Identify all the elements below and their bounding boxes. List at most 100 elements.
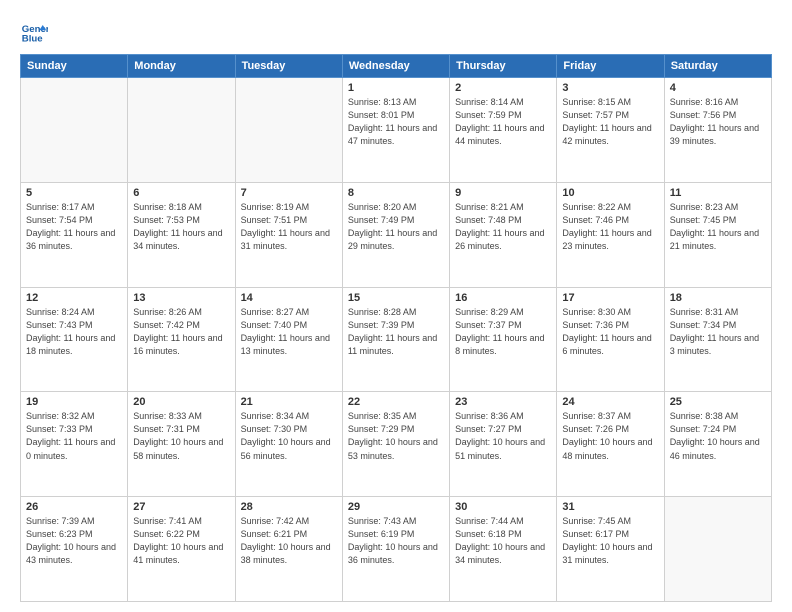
svg-text:Blue: Blue [22,34,43,45]
day-cell: 2 Sunrise: 8:14 AM Sunset: 7:59 PM Daylig… [450,78,557,183]
day-info: Sunrise: 8:13 AM Sunset: 8:01 PM Dayligh… [348,96,444,148]
day-number: 13 [133,292,229,304]
day-info: Sunrise: 8:20 AM Sunset: 7:49 PM Dayligh… [348,201,444,253]
day-info: Sunrise: 8:16 AM Sunset: 7:56 PM Dayligh… [670,96,766,148]
day-cell: 20 Sunrise: 8:33 AM Sunset: 7:31 PM Dayli… [128,392,235,497]
logo: General Blue [20,18,52,46]
day-info: Sunrise: 8:37 AM Sunset: 7:26 PM Dayligh… [562,410,658,462]
day-cell: 1Sunrise: 8:13 AM Sunset: 8:01 PM Daylig… [342,78,449,183]
day-cell: 8 Sunrise: 8:20 AM Sunset: 7:49 PM Daylig… [342,182,449,287]
day-number: 17 [562,292,658,304]
day-number: 20 [133,396,229,408]
calendar-table: SundayMondayTuesdayWednesdayThursdayFrid… [20,54,772,602]
day-cell: 16 Sunrise: 8:29 AM Sunset: 7:37 PM Dayli… [450,287,557,392]
day-number: 29 [348,501,444,513]
day-number: 27 [133,501,229,513]
day-info: Sunrise: 8:27 AM Sunset: 7:40 PM Dayligh… [241,306,337,358]
day-number: 11 [670,187,766,199]
day-number: 2 [455,82,551,94]
weekday-tuesday: Tuesday [235,55,342,78]
day-number: 19 [26,396,122,408]
day-number: 3 [562,82,658,94]
weekday-sunday: Sunday [21,55,128,78]
day-cell [664,497,771,602]
day-cell: 22 Sunrise: 8:35 AM Sunset: 7:29 PM Dayli… [342,392,449,497]
day-cell: 28 Sunrise: 7:42 AM Sunset: 6:21 PM Dayli… [235,497,342,602]
day-cell: 25 Sunrise: 8:38 AM Sunset: 7:24 PM Dayli… [664,392,771,497]
day-cell: 15Sunrise: 8:28 AM Sunset: 7:39 PM Dayli… [342,287,449,392]
day-number: 5 [26,187,122,199]
day-info: Sunrise: 8:28 AM Sunset: 7:39 PM Dayligh… [348,306,444,358]
day-info: Sunrise: 7:44 AM Sunset: 6:18 PM Dayligh… [455,515,551,567]
day-cell: 7 Sunrise: 8:19 AM Sunset: 7:51 PM Daylig… [235,182,342,287]
day-info: Sunrise: 7:39 AM Sunset: 6:23 PM Dayligh… [26,515,122,567]
day-number: 21 [241,396,337,408]
week-row-1: 5 Sunrise: 8:17 AM Sunset: 7:54 PM Daylig… [21,182,772,287]
day-number: 9 [455,187,551,199]
day-cell: 29 Sunrise: 7:43 AM Sunset: 6:19 PM Dayli… [342,497,449,602]
day-info: Sunrise: 8:33 AM Sunset: 7:31 PM Dayligh… [133,410,229,462]
day-number: 22 [348,396,444,408]
day-number: 8 [348,187,444,199]
day-number: 10 [562,187,658,199]
weekday-header: SundayMondayTuesdayWednesdayThursdayFrid… [21,55,772,78]
weekday-monday: Monday [128,55,235,78]
day-cell: 26Sunrise: 7:39 AM Sunset: 6:23 PM Dayli… [21,497,128,602]
day-info: Sunrise: 7:45 AM Sunset: 6:17 PM Dayligh… [562,515,658,567]
day-number: 31 [562,501,658,513]
day-info: Sunrise: 8:22 AM Sunset: 7:46 PM Dayligh… [562,201,658,253]
day-number: 4 [670,82,766,94]
week-row-4: 26Sunrise: 7:39 AM Sunset: 6:23 PM Dayli… [21,497,772,602]
day-info: Sunrise: 7:41 AM Sunset: 6:22 PM Dayligh… [133,515,229,567]
day-info: Sunrise: 8:31 AM Sunset: 7:34 PM Dayligh… [670,306,766,358]
day-number: 18 [670,292,766,304]
day-number: 25 [670,396,766,408]
day-cell: 27 Sunrise: 7:41 AM Sunset: 6:22 PM Dayli… [128,497,235,602]
week-row-0: 1Sunrise: 8:13 AM Sunset: 8:01 PM Daylig… [21,78,772,183]
logo-icon: General Blue [20,18,48,46]
day-info: Sunrise: 8:19 AM Sunset: 7:51 PM Dayligh… [241,201,337,253]
weekday-saturday: Saturday [664,55,771,78]
calendar-page: General Blue SundayMondayTuesdayWednesda… [0,0,792,612]
day-cell: 5 Sunrise: 8:17 AM Sunset: 7:54 PM Daylig… [21,182,128,287]
day-cell: 24Sunrise: 8:37 AM Sunset: 7:26 PM Dayli… [557,392,664,497]
day-info: Sunrise: 8:36 AM Sunset: 7:27 PM Dayligh… [455,410,551,462]
day-info: Sunrise: 8:23 AM Sunset: 7:45 PM Dayligh… [670,201,766,253]
day-cell: 6Sunrise: 8:18 AM Sunset: 7:53 PM Daylig… [128,182,235,287]
day-info: Sunrise: 8:32 AM Sunset: 7:33 PM Dayligh… [26,410,122,462]
day-number: 7 [241,187,337,199]
day-info: Sunrise: 7:42 AM Sunset: 6:21 PM Dayligh… [241,515,337,567]
day-info: Sunrise: 8:26 AM Sunset: 7:42 PM Dayligh… [133,306,229,358]
day-cell [128,78,235,183]
day-cell: 4 Sunrise: 8:16 AM Sunset: 7:56 PM Daylig… [664,78,771,183]
day-number: 28 [241,501,337,513]
day-cell: 13 Sunrise: 8:26 AM Sunset: 7:42 PM Dayli… [128,287,235,392]
day-info: Sunrise: 8:15 AM Sunset: 7:57 PM Dayligh… [562,96,658,148]
day-number: 16 [455,292,551,304]
day-info: Sunrise: 8:38 AM Sunset: 7:24 PM Dayligh… [670,410,766,462]
day-info: Sunrise: 8:29 AM Sunset: 7:37 PM Dayligh… [455,306,551,358]
day-cell: 9Sunrise: 8:21 AM Sunset: 7:48 PM Daylig… [450,182,557,287]
weekday-thursday: Thursday [450,55,557,78]
day-cell: 14 Sunrise: 8:27 AM Sunset: 7:40 PM Dayli… [235,287,342,392]
day-info: Sunrise: 8:34 AM Sunset: 7:30 PM Dayligh… [241,410,337,462]
day-cell: 30 Sunrise: 7:44 AM Sunset: 6:18 PM Dayli… [450,497,557,602]
day-cell: 17Sunrise: 8:30 AM Sunset: 7:36 PM Dayli… [557,287,664,392]
day-info: Sunrise: 8:24 AM Sunset: 7:43 PM Dayligh… [26,306,122,358]
header: General Blue [20,18,772,46]
day-number: 14 [241,292,337,304]
day-cell: 3 Sunrise: 8:15 AM Sunset: 7:57 PM Daylig… [557,78,664,183]
day-cell: 19 Sunrise: 8:32 AM Sunset: 7:33 PM Dayli… [21,392,128,497]
weekday-wednesday: Wednesday [342,55,449,78]
day-cell: 12Sunrise: 8:24 AM Sunset: 7:43 PM Dayli… [21,287,128,392]
day-cell: 23 Sunrise: 8:36 AM Sunset: 7:27 PM Dayli… [450,392,557,497]
day-info: Sunrise: 7:43 AM Sunset: 6:19 PM Dayligh… [348,515,444,567]
day-cell [235,78,342,183]
day-info: Sunrise: 8:17 AM Sunset: 7:54 PM Dayligh… [26,201,122,253]
day-cell: 21 Sunrise: 8:34 AM Sunset: 7:30 PM Dayli… [235,392,342,497]
week-row-2: 12Sunrise: 8:24 AM Sunset: 7:43 PM Dayli… [21,287,772,392]
day-info: Sunrise: 8:35 AM Sunset: 7:29 PM Dayligh… [348,410,444,462]
day-info: Sunrise: 8:14 AM Sunset: 7:59 PM Dayligh… [455,96,551,148]
day-number: 23 [455,396,551,408]
day-number: 30 [455,501,551,513]
